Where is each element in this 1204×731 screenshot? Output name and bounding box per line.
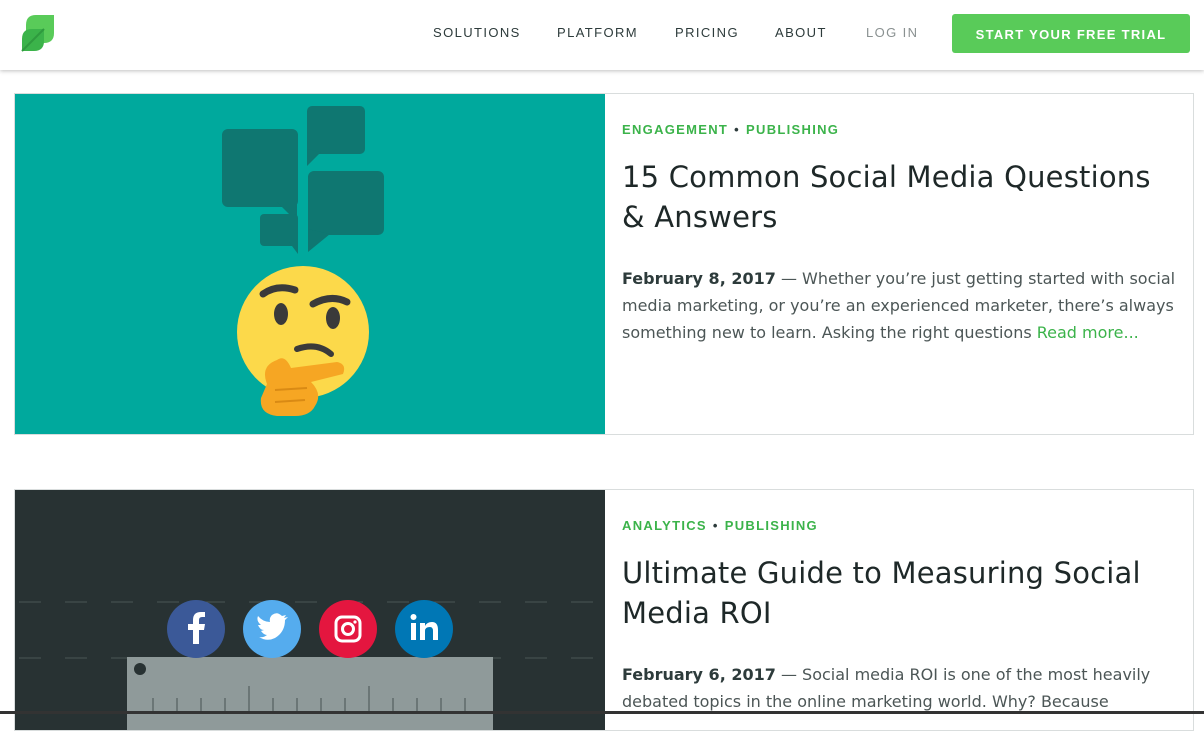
article-tags: ANALYTICS • PUBLISHING [622,518,818,533]
social-ruler-illustration [19,600,605,730]
sprout-logo-icon[interactable] [20,13,56,55]
nav-pricing[interactable]: PRICING [675,0,739,66]
site-header: SOLUTIONS PLATFORM PRICING ABOUT LOG IN … [0,0,1204,70]
article-body: ANALYTICS • PUBLISHING Ultimate Guide to M… [622,490,1182,715]
article-excerpt: February 8, 2017 — Whether you’re just g… [622,265,1182,346]
article-card[interactable]: ANALYTICS • PUBLISHING Ultimate Guide to M… [14,489,1194,731]
article-date: February 6, 2017 [622,665,776,684]
ruler-icon [127,657,493,730]
article-excerpt: February 6, 2017 — Social media ROI is o… [622,661,1182,715]
article-body: ENGAGEMENT • PUBLISHING 15 Common Social M… [622,94,1182,346]
linkedin-icon [395,600,453,658]
article-title[interactable]: Ultimate Guide to Measuring Social Media… [622,553,1182,633]
article-title[interactable]: 15 Common Social Media Questions & Answe… [622,157,1182,237]
read-more-link[interactable]: Read more... [1037,323,1139,342]
nav-solutions[interactable]: SOLUTIONS [433,0,521,66]
article-card[interactable]: ENGAGEMENT • PUBLISHING 15 Common Social M… [14,93,1194,435]
instagram-icon [319,600,377,658]
tag-link[interactable]: PUBLISHING [725,518,818,533]
facebook-icon [167,600,225,658]
tag-link[interactable]: PUBLISHING [746,122,839,137]
nav-log-in[interactable]: LOG IN [866,0,918,66]
article-tags: ENGAGEMENT • PUBLISHING [622,122,840,137]
article-date: February 8, 2017 [622,269,776,288]
article-image[interactable] [15,94,605,434]
tag-link[interactable]: ENGAGEMENT [622,122,728,137]
nav-about[interactable]: ABOUT [775,0,827,66]
article-image[interactable] [15,490,605,730]
start-free-trial-button[interactable]: START YOUR FREE TRIAL [952,14,1190,53]
nav-platform[interactable]: PLATFORM [557,0,638,66]
tag-link[interactable]: ANALYTICS [622,518,707,533]
twitter-icon [243,600,301,658]
thinking-face-icon [237,266,369,416]
